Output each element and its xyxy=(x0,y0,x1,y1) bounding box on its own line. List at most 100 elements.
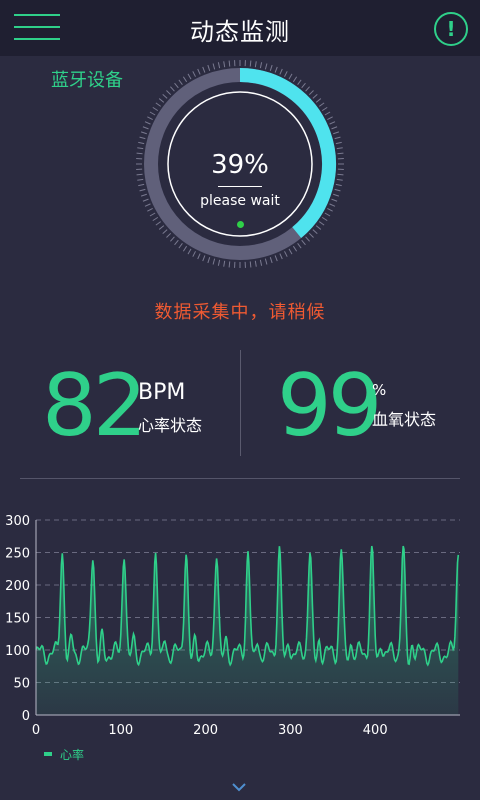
gauge-tick xyxy=(137,178,144,181)
gauge-tick xyxy=(308,232,314,238)
gauge-tick xyxy=(144,203,151,207)
gauge-tick xyxy=(279,68,283,75)
gauge-tick xyxy=(144,121,151,125)
gauge-tick xyxy=(259,62,263,69)
gauge-tick xyxy=(321,106,328,112)
gauge-tick xyxy=(288,248,293,255)
gauge-tick xyxy=(274,66,278,73)
gauge-tick xyxy=(324,212,331,217)
gauge-tick xyxy=(318,102,325,107)
legend-label: 心率 xyxy=(60,747,84,762)
gauge-tick xyxy=(333,193,340,197)
gauge-tick xyxy=(264,258,268,265)
gauge-tick xyxy=(334,188,341,192)
gauge-tick xyxy=(155,102,162,107)
gauge-tick xyxy=(254,260,257,267)
gauge-tick xyxy=(336,178,343,181)
gauge-tick xyxy=(212,63,216,70)
y-tick-label: 300 xyxy=(5,514,30,529)
y-tick-label: 250 xyxy=(5,547,30,562)
chevron-down-icon[interactable] xyxy=(232,782,246,792)
x-tick-label: 400 xyxy=(363,723,388,738)
gauge-tick xyxy=(152,216,159,222)
gauge-tick xyxy=(249,60,252,67)
gauge-tick xyxy=(207,257,211,264)
x-tick-label: 0 xyxy=(32,723,40,738)
gauge-tick xyxy=(315,98,322,103)
page-title: 动态监测 xyxy=(190,18,290,46)
gauge-tick xyxy=(321,216,328,222)
gauge-tick xyxy=(269,64,273,71)
gauge-tick xyxy=(178,79,183,86)
alert-button[interactable]: ! xyxy=(434,12,468,46)
heart-rate-chart: 0 50 100 150 200 250 300 0 100 200 300 400 心率 xyxy=(5,514,460,762)
gauge-tick xyxy=(155,221,162,226)
gauge-tick xyxy=(337,173,344,176)
gauge-tick xyxy=(264,63,268,70)
gauge-tick xyxy=(297,242,302,249)
gauge-tick xyxy=(333,131,340,135)
y-tick-label: 0 xyxy=(22,709,30,724)
y-tick-label: 200 xyxy=(5,579,30,594)
please-wait-text: please wait xyxy=(200,193,280,209)
gauge-tick xyxy=(170,86,175,92)
gauge-tick xyxy=(170,236,175,242)
gauge-tick xyxy=(166,90,172,96)
gauge-tick xyxy=(331,126,338,130)
gauge-tick xyxy=(329,203,336,207)
gauge-tick xyxy=(305,86,310,92)
gauge-tick xyxy=(331,198,338,202)
gauge-tick xyxy=(305,236,310,242)
section-divider xyxy=(20,478,460,479)
status-dot xyxy=(237,221,244,228)
gauge-tick xyxy=(158,225,165,230)
heart-rate-unit: BPM xyxy=(138,380,186,405)
gauge-tick xyxy=(138,183,145,187)
gauge-tick xyxy=(318,221,325,226)
gauge-tick xyxy=(308,90,314,96)
progress-percent: 39% xyxy=(211,150,269,180)
gauge-tick xyxy=(140,131,147,135)
gauge-tick xyxy=(162,94,168,99)
gauge-tick xyxy=(223,260,226,267)
gauge-tick xyxy=(274,255,278,262)
gauge-tick xyxy=(324,111,331,116)
gauge-tick xyxy=(337,152,344,155)
app-header: 动态监测 ! xyxy=(0,0,480,56)
gauge-tick xyxy=(187,73,192,80)
gauge-tick xyxy=(335,141,342,145)
gauge-tick xyxy=(136,152,143,155)
gauge-tick xyxy=(315,225,322,230)
gauge-tick xyxy=(292,76,298,83)
gauge-tick xyxy=(284,251,288,257)
gauge-tick xyxy=(187,248,192,255)
y-tick-label: 100 xyxy=(5,644,30,659)
gauge-tick xyxy=(297,79,302,86)
gauge-tick xyxy=(217,62,221,69)
oxygen-unit: % xyxy=(372,381,387,399)
gauge-tick xyxy=(207,64,211,71)
x-tick-label: 200 xyxy=(193,723,218,738)
gauge-tick xyxy=(301,239,306,246)
gauge-tick xyxy=(327,116,333,120)
heart-rate-label: 心率状态 xyxy=(138,416,203,435)
metrics-divider xyxy=(240,350,241,456)
oxygen-value: 99 xyxy=(277,356,382,456)
gauge-tick xyxy=(217,259,221,266)
gauge-tick xyxy=(301,82,306,89)
gauge-tick xyxy=(142,198,149,202)
x-tick-label: 300 xyxy=(278,723,303,738)
legend-swatch xyxy=(44,752,52,756)
gauge-tick xyxy=(182,245,188,252)
gauge-tick xyxy=(166,232,172,238)
gauge-tick xyxy=(202,66,206,73)
gauge-tick xyxy=(178,242,183,249)
gauge-tick xyxy=(329,121,336,125)
gauge-tick xyxy=(147,208,153,212)
gauge-tick xyxy=(149,111,156,116)
gauge-tick xyxy=(197,68,201,75)
gauge-tick xyxy=(292,245,298,252)
gauge-tick xyxy=(136,173,143,176)
oxygen-label: 血氧状态 xyxy=(372,410,437,429)
gauge-tick xyxy=(158,98,165,103)
